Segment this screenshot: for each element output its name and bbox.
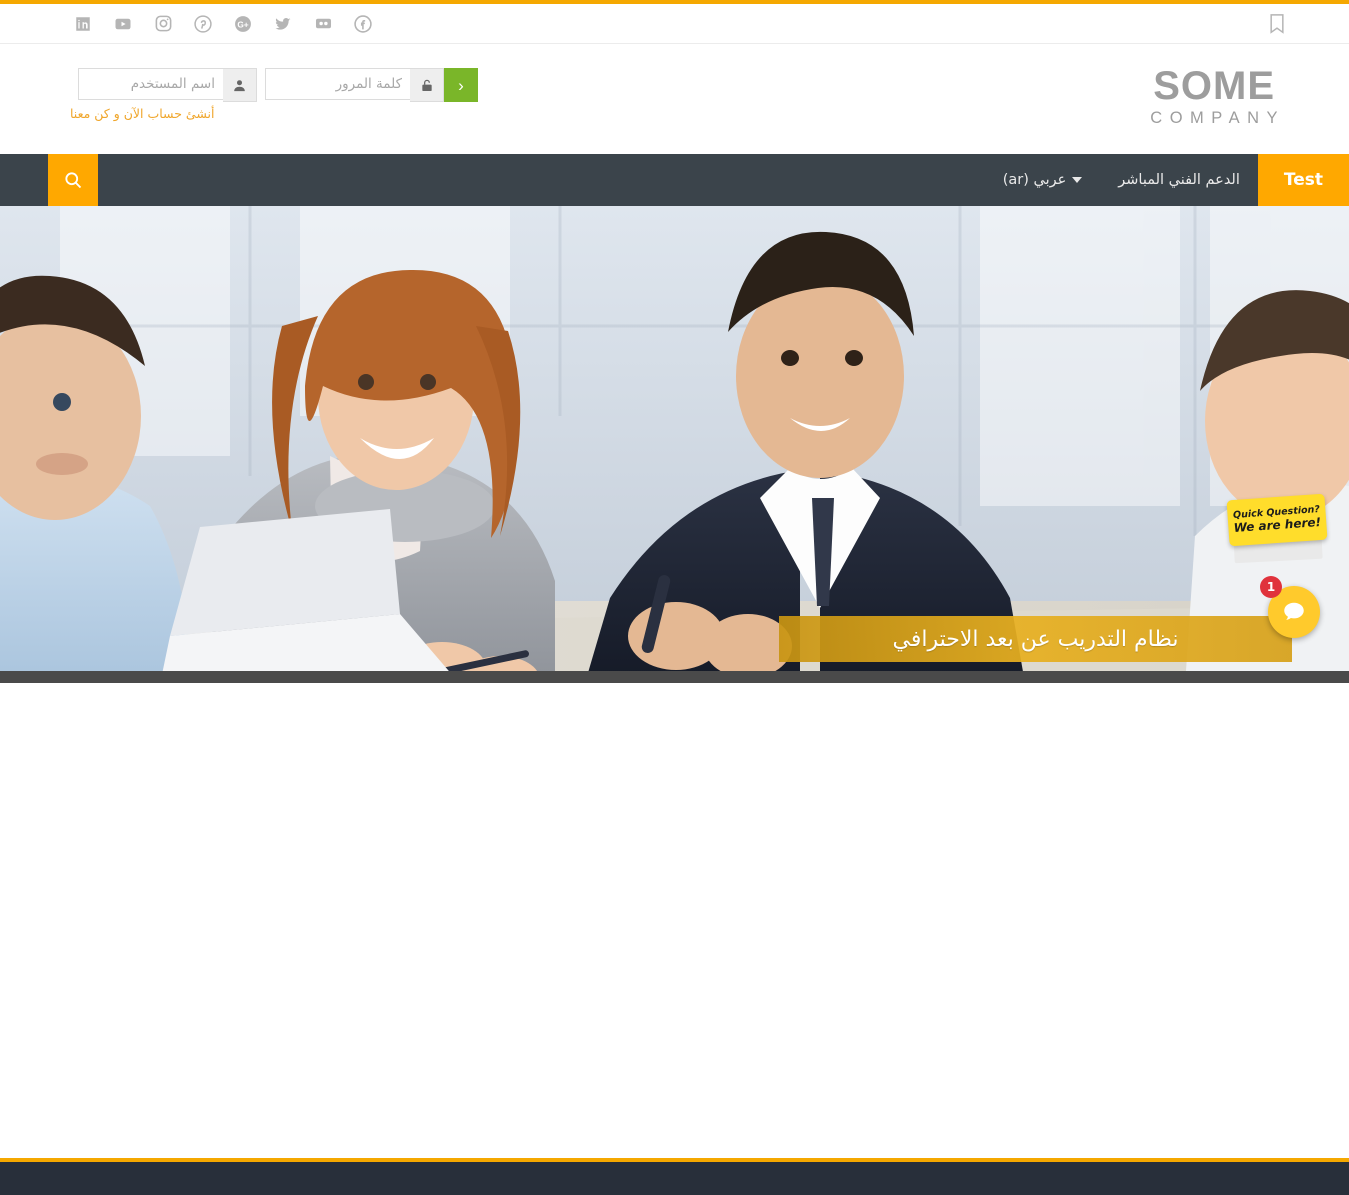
chat-widget: Quick Question? We are here! 1 [1226,493,1328,638]
bookmark-icon[interactable] [1267,12,1291,36]
brand-logo-line1: SOME [1153,64,1276,108]
chat-tooltip[interactable]: Quick Question? We are here! [1226,493,1328,547]
nav-item-test[interactable]: Test [1257,154,1349,206]
site-footer [0,1162,1349,1195]
instagram-icon[interactable] [152,13,174,35]
youtube-icon[interactable] [112,13,134,35]
main-navbar: عربي (ar) الدعم الفني المباشر Test [0,154,1349,206]
login-form: ‹ [70,68,478,102]
nav-item-language[interactable]: عربي (ar) [985,154,1101,206]
google-plus-icon[interactable]: G+ [232,13,254,35]
user-icon [223,68,257,102]
svg-text:G+: G+ [237,19,248,29]
login-submit-button[interactable]: ‹ [444,68,478,102]
chat-unread-badge: 1 [1260,576,1282,598]
username-field-group [78,68,257,102]
flickr-icon[interactable] [312,13,334,35]
login-bar: ‹ أنشئ حساب الآن و كن معنا SOME COMPANY [0,44,1349,154]
signup-link[interactable]: أنشئ حساب الآن و كن معنا [70,106,214,121]
facebook-icon[interactable] [352,13,374,35]
hero-banner: نظام التدريب عن بعد الاحترافي Quick Ques… [0,206,1349,683]
brand-logo: SOME COMPANY [1143,66,1285,127]
twitter-icon[interactable] [272,13,294,35]
password-field-group [265,68,444,102]
brand-logo-line2: COMPANY [1150,109,1285,127]
page-root: G+ ‹ أنشئ حساب الآن و ك [0,0,1349,1195]
hero-bottom-strip [0,671,1349,683]
social-icon-list: G+ [72,13,374,35]
linkedin-icon[interactable] [72,13,94,35]
pinterest-icon[interactable] [192,13,214,35]
username-input[interactable] [78,68,223,100]
lock-icon [410,68,444,102]
search-icon[interactable] [48,154,98,206]
password-input[interactable] [265,68,410,100]
hero-photo [0,206,1349,683]
navbar-right-group: عربي (ar) الدعم الفني المباشر Test [985,154,1349,206]
nav-item-support[interactable]: الدعم الفني المباشر [1100,154,1258,206]
chevron-down-icon [1072,177,1083,183]
nav-item-language-label: عربي (ar) [1002,172,1067,188]
social-bar: G+ [0,4,1349,44]
hero-banner-text: نظام التدريب عن بعد الاحترافي [779,616,1292,662]
